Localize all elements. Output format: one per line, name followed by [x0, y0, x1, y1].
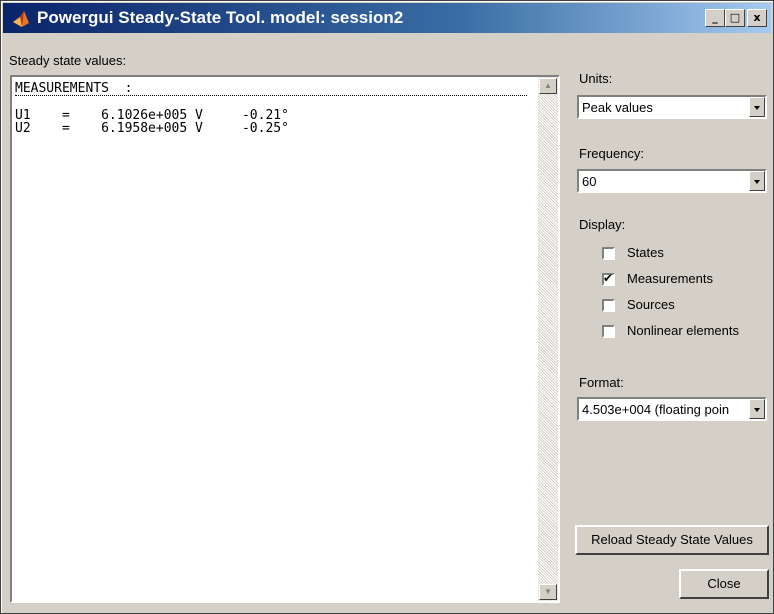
- format-value: 4.503e+004 (floating poin: [582, 402, 730, 417]
- measurement-row-u2: U2 = 6.1958e+005 V -0.25°: [15, 121, 289, 136]
- format-select[interactable]: 4.503e+004 (floating poin: [577, 397, 767, 421]
- nonlinear-elements-label[interactable]: Nonlinear elements: [627, 323, 739, 338]
- vertical-scrollbar[interactable]: ▲ ▼: [538, 77, 558, 601]
- sources-label[interactable]: Sources: [627, 297, 675, 312]
- chevron-down-icon[interactable]: [749, 97, 765, 117]
- display-label: Display:: [579, 217, 626, 232]
- maximize-button[interactable]: □: [725, 9, 745, 27]
- frequency-value: 60: [582, 174, 597, 189]
- close-window-button[interactable]: x: [747, 9, 767, 27]
- measurements-label[interactable]: Measurements: [627, 271, 713, 286]
- matlab-icon: [13, 11, 29, 27]
- powergui-window: Powergui Steady-State Tool. model: sessi…: [0, 0, 774, 614]
- states-checkbox[interactable]: [602, 247, 615, 260]
- scroll-up-icon[interactable]: ▲: [539, 78, 557, 94]
- reload-steady-state-values-button[interactable]: Reload Steady State Values: [575, 525, 769, 555]
- steady-state-text[interactable]: MEASUREMENTS : U1 = 6.1026e+005 V -0.21°…: [12, 77, 542, 601]
- steady-state-textarea[interactable]: MEASUREMENTS : U1 = 6.1026e+005 V -0.21°…: [10, 75, 560, 603]
- chevron-down-icon[interactable]: [749, 399, 765, 419]
- frequency-label: Frequency:: [579, 146, 645, 161]
- sources-checkbox[interactable]: [602, 299, 615, 312]
- measurements-checkbox[interactable]: ✔: [602, 271, 615, 286]
- steady-state-values-label: Steady state values:: [9, 53, 127, 68]
- units-value: Peak values: [582, 100, 653, 115]
- measurements-heading: MEASUREMENTS :: [15, 82, 527, 96]
- close-button[interactable]: Close: [679, 569, 769, 599]
- window-title: Powergui Steady-State Tool. model: sessi…: [37, 8, 404, 27]
- check-icon: ✔: [603, 271, 614, 285]
- nonlinear-elements-checkbox[interactable]: [602, 325, 615, 338]
- chevron-down-icon[interactable]: [749, 171, 765, 191]
- frequency-select[interactable]: 60: [577, 169, 767, 193]
- units-label: Units:: [579, 71, 613, 86]
- title-bar[interactable]: Powergui Steady-State Tool. model: sessi…: [3, 3, 771, 33]
- minimize-button[interactable]: _: [705, 9, 725, 27]
- units-select[interactable]: Peak values: [577, 95, 767, 119]
- states-label[interactable]: States: [627, 245, 664, 260]
- scroll-down-icon[interactable]: ▼: [539, 584, 557, 600]
- format-label: Format:: [579, 375, 624, 390]
